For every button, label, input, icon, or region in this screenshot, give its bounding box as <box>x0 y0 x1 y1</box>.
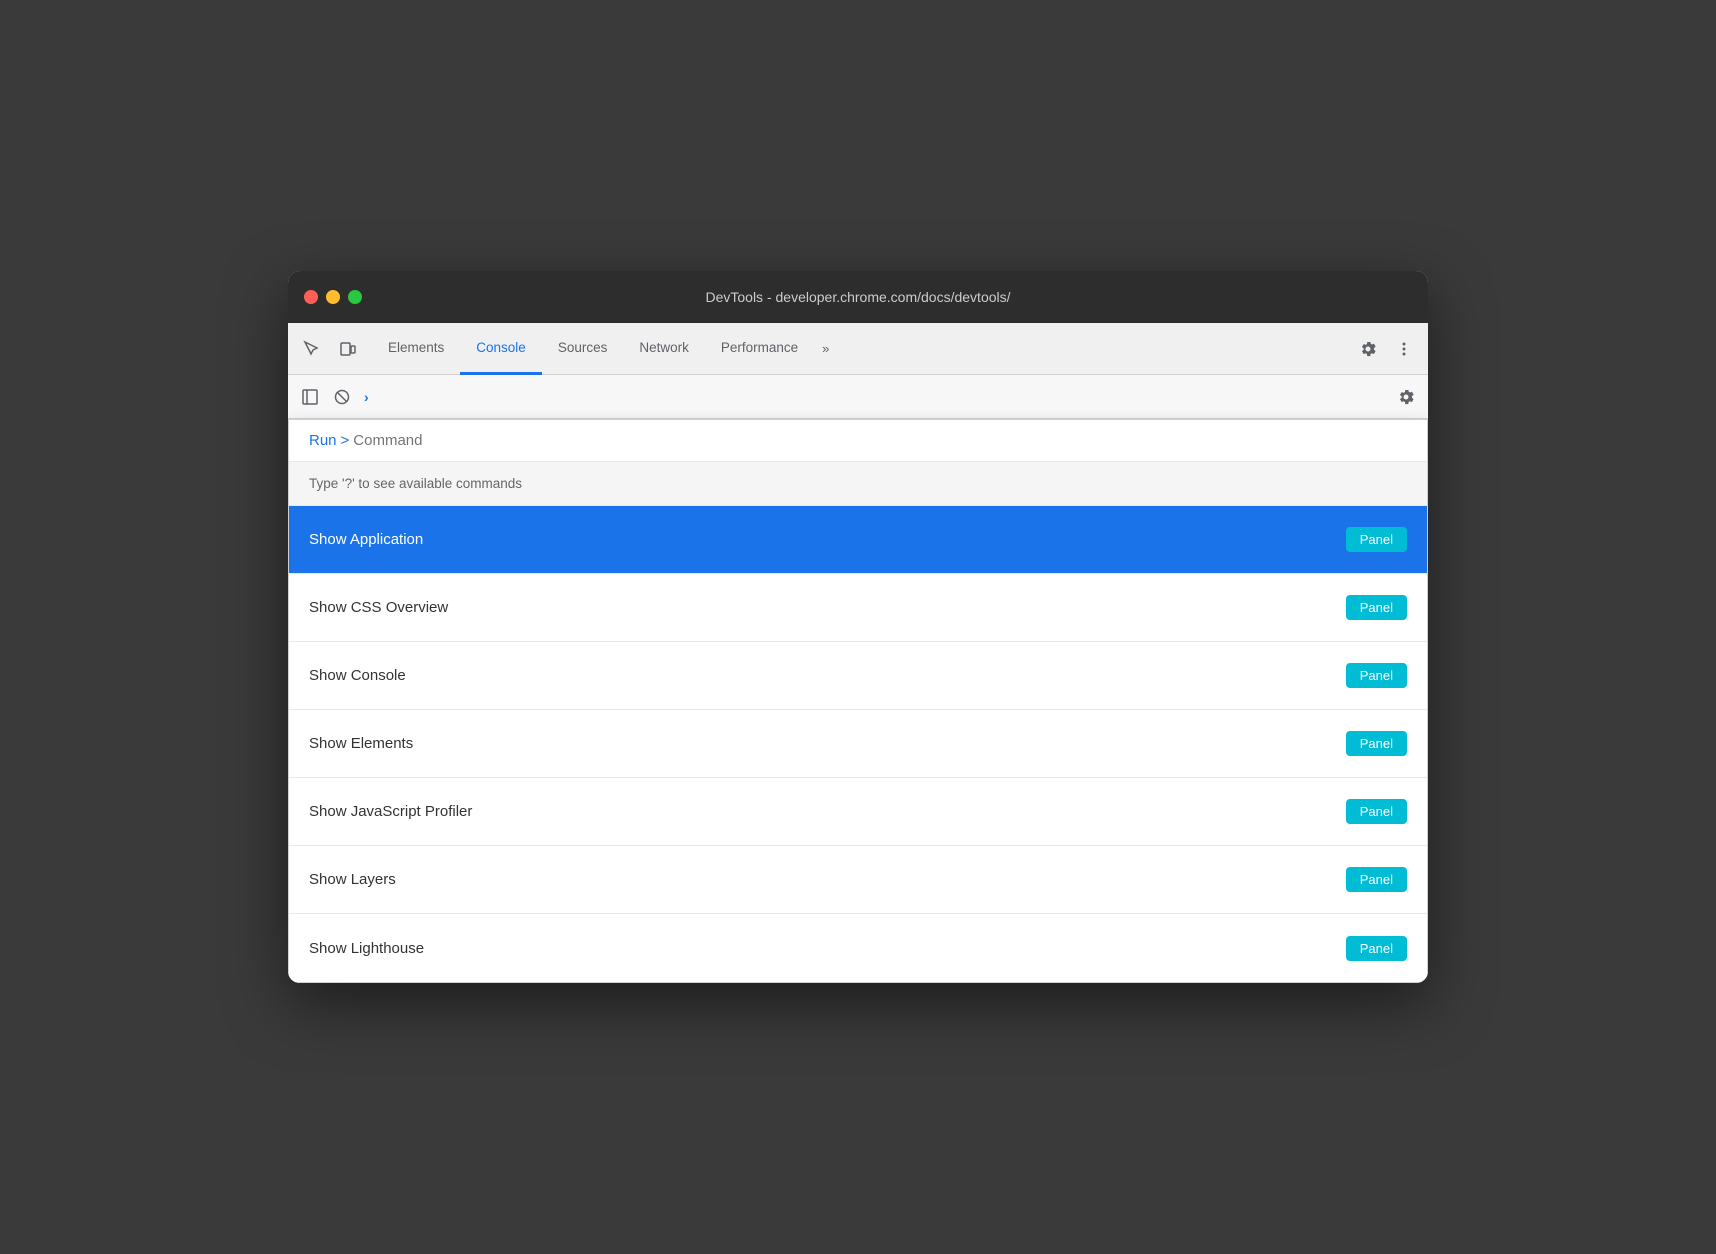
minimize-button[interactable] <box>326 290 340 304</box>
block-icon <box>333 388 351 406</box>
main-toolbar: Elements Console Sources Network Perform… <box>288 323 1428 375</box>
badge-show-layers: Panel <box>1346 867 1407 892</box>
sidebar-toggle-icon <box>301 388 319 406</box>
devtools-window: DevTools - developer.chrome.com/docs/dev… <box>288 271 1428 983</box>
close-button[interactable] <box>304 290 318 304</box>
inspect-icon <box>303 340 321 358</box>
inspect-icon-button[interactable] <box>296 333 328 365</box>
more-options-button[interactable] <box>1388 333 1420 365</box>
command-input-row: Run > <box>289 420 1427 462</box>
badge-show-css-overview: Panel <box>1346 595 1407 620</box>
command-item-show-css-overview[interactable]: Show CSS Overview Panel <box>289 574 1427 642</box>
badge-show-console: Panel <box>1346 663 1407 688</box>
device-icon <box>339 340 357 358</box>
window-title: DevTools - developer.chrome.com/docs/dev… <box>705 289 1010 305</box>
command-label-show-console: Show Console <box>309 667 406 684</box>
block-button[interactable] <box>328 383 356 411</box>
tab-elements[interactable]: Elements <box>372 323 460 375</box>
badge-show-lighthouse: Panel <box>1346 936 1407 961</box>
maximize-button[interactable] <box>348 290 362 304</box>
toolbar-right-icons <box>1352 333 1420 365</box>
console-settings-button[interactable] <box>1392 383 1420 411</box>
command-item-show-layers[interactable]: Show Layers Panel <box>289 846 1427 914</box>
command-item-show-elements[interactable]: Show Elements Panel <box>289 710 1427 778</box>
command-input[interactable] <box>353 432 1407 449</box>
command-label-show-css-overview: Show CSS Overview <box>309 599 448 616</box>
command-item-show-lighthouse[interactable]: Show Lighthouse Panel <box>289 914 1427 982</box>
secondary-toolbar: › <box>288 375 1428 419</box>
sidebar-toggle-button[interactable] <box>296 383 324 411</box>
command-item-show-console[interactable]: Show Console Panel <box>289 642 1427 710</box>
run-label: Run <box>309 432 337 449</box>
command-list: Show Application Panel Show CSS Overview… <box>289 506 1427 982</box>
settings-button[interactable] <box>1352 333 1384 365</box>
device-toggle-button[interactable] <box>332 333 364 365</box>
badge-show-js-profiler: Panel <box>1346 799 1407 824</box>
devtools-chrome: Elements Console Sources Network Perform… <box>288 323 1428 983</box>
command-menu: Run > Type '?' to see available commands… <box>288 419 1428 983</box>
toolbar-left-icons <box>296 333 364 365</box>
expand-chevron[interactable]: › <box>364 389 369 405</box>
hint-text: Type '?' to see available commands <box>289 462 1427 506</box>
badge-show-application: Panel <box>1346 527 1407 552</box>
badge-show-elements: Panel <box>1346 731 1407 756</box>
command-label-show-layers: Show Layers <box>309 871 396 888</box>
traffic-lights <box>304 290 362 304</box>
tabs-container: Elements Console Sources Network Perform… <box>372 323 1352 375</box>
command-label-show-application: Show Application <box>309 531 423 548</box>
prompt-symbol: > <box>341 432 350 449</box>
more-options-icon <box>1395 340 1413 358</box>
tab-console[interactable]: Console <box>460 323 542 375</box>
command-label-show-js-profiler: Show JavaScript Profiler <box>309 803 472 820</box>
title-bar: DevTools - developer.chrome.com/docs/dev… <box>288 271 1428 323</box>
command-label-show-lighthouse: Show Lighthouse <box>309 940 424 957</box>
command-item-show-js-profiler[interactable]: Show JavaScript Profiler Panel <box>289 778 1427 846</box>
command-item-show-application[interactable]: Show Application Panel <box>289 506 1427 574</box>
console-gear-icon <box>1397 388 1415 406</box>
gear-icon <box>1359 340 1377 358</box>
tab-network[interactable]: Network <box>623 323 705 375</box>
tab-performance[interactable]: Performance <box>705 323 814 375</box>
command-label-show-elements: Show Elements <box>309 735 413 752</box>
tab-sources[interactable]: Sources <box>542 323 624 375</box>
more-tabs-button[interactable]: » <box>814 323 837 375</box>
